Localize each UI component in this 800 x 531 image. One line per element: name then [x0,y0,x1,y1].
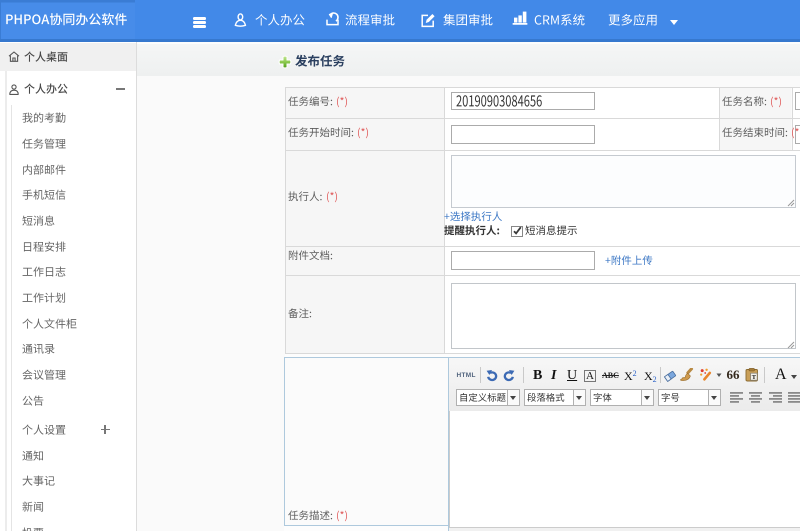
svg-text:T: T [752,374,757,381]
